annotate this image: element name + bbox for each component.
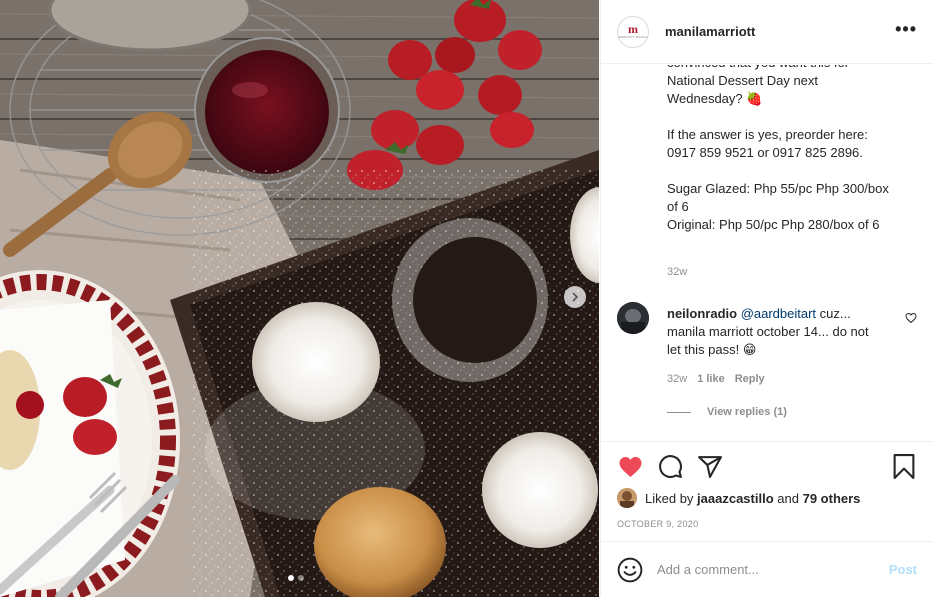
likes-summary: Liked by jaaazcastillo and 79 others — [617, 488, 917, 508]
emoji-icon[interactable] — [617, 557, 643, 583]
commenter-avatar[interactable] — [617, 302, 649, 334]
post-comment-button[interactable]: Post — [889, 562, 917, 577]
comment-likes-count[interactable]: 1 like — [697, 373, 725, 385]
view-replies-label: View replies (1) — [707, 406, 787, 418]
carousel-dot-1 — [288, 575, 294, 581]
comment-button[interactable] — [657, 454, 683, 480]
liker-avatar-image — [617, 488, 637, 508]
chevron-right-icon — [572, 292, 579, 302]
reply-button[interactable]: Reply — [735, 373, 765, 385]
likes-others[interactable]: 79 others — [803, 491, 861, 506]
post-date[interactable]: OCTOBER 9, 2020 — [617, 519, 698, 529]
save-button[interactable] — [891, 454, 917, 480]
comment-icon — [658, 455, 682, 478]
comment-timestamp[interactable]: 32w — [667, 373, 687, 385]
share-button[interactable] — [697, 454, 723, 480]
marriott-logo-mark: m — [628, 22, 638, 36]
replies-divider — [667, 411, 691, 413]
carousel-dots — [288, 575, 304, 581]
dessert-photo — [0, 0, 599, 597]
marriott-logo-text: MARRIOTT MANILA — [618, 35, 648, 39]
comment-mention[interactable]: @aardbeitart — [741, 306, 816, 321]
share-icon — [697, 456, 722, 478]
post-actions — [601, 441, 933, 491]
like-button[interactable] — [617, 454, 643, 480]
add-comment-bar: Post — [601, 541, 933, 597]
comment-username[interactable]: neilonradio — [667, 306, 737, 321]
add-comment-input[interactable] — [657, 562, 889, 577]
post-caption: convinced that you want this for Nationa… — [667, 65, 889, 232]
likes-middle: and — [777, 490, 799, 506]
liker-avatar[interactable] — [617, 488, 637, 508]
caption-timestamp[interactable]: 32w — [667, 266, 687, 278]
post-username[interactable]: manilamarriott — [665, 24, 895, 39]
carousel-dot-2 — [298, 575, 304, 581]
more-icon[interactable]: ••• — [895, 20, 917, 40]
marriott-logo-avatar[interactable]: m MARRIOTT MANILA — [617, 15, 649, 48]
view-replies-button[interactable]: View replies (1) — [667, 406, 787, 418]
comment-text: neilonradio @aardbeitart cuz... manila m… — [667, 305, 877, 359]
likes-prefix: Liked by — [645, 490, 694, 506]
comment-meta: 32w 1 like Reply — [667, 373, 765, 385]
comments-section[interactable]: convinced that you want this for Nationa… — [601, 65, 933, 441]
avatar-image — [617, 302, 649, 334]
heart-icon — [619, 456, 641, 477]
likes-user[interactable]: jaaazcastillo — [697, 491, 774, 506]
post-sidebar: m MARRIOTT MANILA manilamarriott ••• con… — [600, 0, 933, 597]
comment-heart-icon[interactable] — [905, 312, 917, 324]
next-photo-button[interactable] — [564, 286, 586, 308]
post-header: m MARRIOTT MANILA manilamarriott ••• — [601, 0, 933, 64]
post-photo[interactable] — [0, 0, 599, 597]
bookmark-icon — [893, 454, 915, 479]
